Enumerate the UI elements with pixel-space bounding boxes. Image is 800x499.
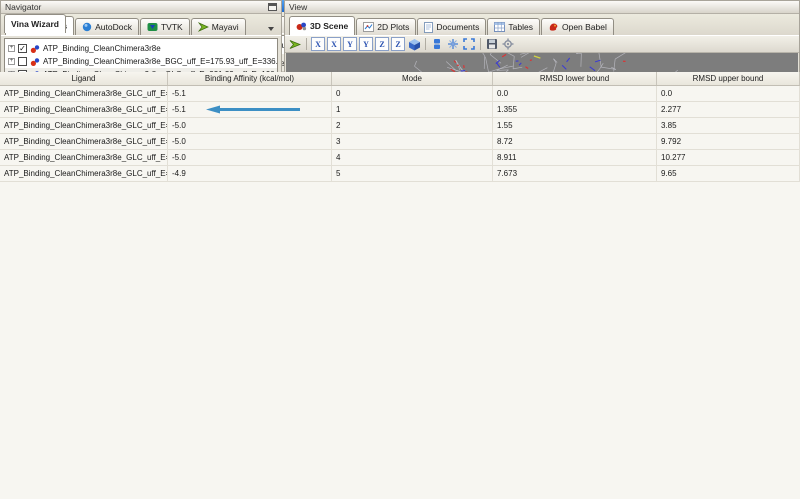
column-header-affinity[interactable]: Binding Affinity (kcal/mol) — [168, 72, 332, 85]
pyrx-window: Navigator Molecules AutoDock TVTK Mayavi — [0, 0, 800, 499]
tab-autodock[interactable]: AutoDock — [75, 18, 139, 35]
molecule-label: ATP_Binding_CleanChimera3r8e — [43, 44, 161, 53]
tab-mayavi[interactable]: Mayavi — [191, 18, 246, 35]
tab-open-babel[interactable]: Open Babel — [541, 18, 614, 35]
3d-scene-icon — [296, 21, 307, 31]
documents-icon — [424, 22, 433, 33]
view-titlebar: View — [285, 1, 799, 14]
results-table: Ligand Binding Affinity (kcal/mol) Mode … — [0, 72, 800, 499]
scene-toolbar: X X Y Y Z Z — [285, 36, 799, 53]
molecule-icon — [30, 57, 40, 67]
view-y-minus-button[interactable]: Y — [343, 37, 357, 51]
mayavi-icon — [198, 22, 209, 32]
view-x-plus-button[interactable]: X — [327, 37, 341, 51]
view-z-plus-button[interactable]: Z — [391, 37, 405, 51]
table-row[interactable]: ATP_Binding_CleanChimera3r8e_GLC_uff_E=3… — [0, 118, 800, 134]
tables-icon — [494, 22, 505, 32]
best-pose-arrow-annotation — [206, 105, 302, 114]
2d-plots-icon — [363, 22, 374, 32]
tab-overflow-button[interactable] — [264, 22, 277, 35]
open-babel-icon — [548, 22, 559, 32]
column-header-rmsd-lower[interactable]: RMSD lower bound — [493, 72, 657, 85]
table-row[interactable]: ATP_Binding_CleanChimera3r8e_GLC_uff_E=3… — [0, 86, 800, 102]
view-z-minus-button[interactable]: Z — [375, 37, 389, 51]
float-panel-icon[interactable] — [268, 3, 277, 11]
expander-icon[interactable]: + — [8, 58, 15, 65]
isometric-view-icon[interactable] — [407, 37, 421, 51]
axes-indicator-icon[interactable] — [446, 37, 460, 51]
save-scene-icon[interactable] — [485, 37, 499, 51]
tab-3d-scene[interactable]: 3D Scene — [289, 16, 355, 35]
table-row[interactable]: ATP_Binding_CleanChimera3r8e_GLC_uff_E=3… — [0, 134, 800, 150]
view-y-plus-button[interactable]: Y — [359, 37, 373, 51]
table-row[interactable]: ATP_Binding_CleanChimera3r8e_GLC_uff_E=3… — [0, 166, 800, 182]
results-table-header: Ligand Binding Affinity (kcal/mol) Mode … — [0, 72, 800, 86]
checkbox[interactable] — [18, 57, 27, 66]
column-header-rmsd-upper[interactable]: RMSD upper bound — [657, 72, 800, 85]
view-title: View — [289, 1, 307, 13]
tree-item[interactable]: + ✓ ATP_Binding_CleanChimera3r8e — [5, 42, 277, 55]
tree-item[interactable]: + ATP_Binding_CleanChimera3r8e_BGC_uff_E… — [5, 55, 277, 68]
fullscreen-icon[interactable] — [462, 37, 476, 51]
tab-tvtk[interactable]: TVTK — [140, 18, 190, 35]
table-row[interactable]: ATP_Binding_CleanChimera3r8e_GLC_uff_E=3… — [0, 150, 800, 166]
tvtk-icon — [147, 22, 158, 32]
molecule-label: ATP_Binding_CleanChimera3r8e_BGC_uff_E=1… — [43, 57, 277, 66]
molecule-icon — [30, 44, 40, 54]
column-header-ligand[interactable]: Ligand — [0, 72, 168, 85]
view-x-minus-button[interactable]: X — [311, 37, 325, 51]
configure-scene-icon[interactable] — [501, 37, 515, 51]
navigator-titlebar: Navigator — [1, 1, 281, 14]
column-header-mode[interactable]: Mode — [332, 72, 493, 85]
parallel-projection-icon[interactable] — [430, 37, 444, 51]
autodock-icon — [82, 22, 92, 32]
table-row-highlighted[interactable]: ATP_Binding_CleanChimera3r8e_GLC_uff_E=3… — [0, 102, 800, 118]
tab-vina-wizard[interactable]: Vina Wizard — [4, 14, 66, 33]
view-tabbar: 3D Scene 2D Plots Documents Tables Open … — [285, 14, 799, 36]
expander-icon[interactable]: + — [8, 45, 15, 52]
tab-2d-plots[interactable]: 2D Plots — [356, 18, 416, 35]
tab-documents[interactable]: Documents — [417, 18, 486, 35]
checkbox[interactable]: ✓ — [18, 44, 27, 53]
navigator-title: Navigator — [5, 1, 41, 13]
tab-tables[interactable]: Tables — [487, 18, 540, 35]
mayavi-pipeline-icon[interactable] — [288, 37, 302, 51]
